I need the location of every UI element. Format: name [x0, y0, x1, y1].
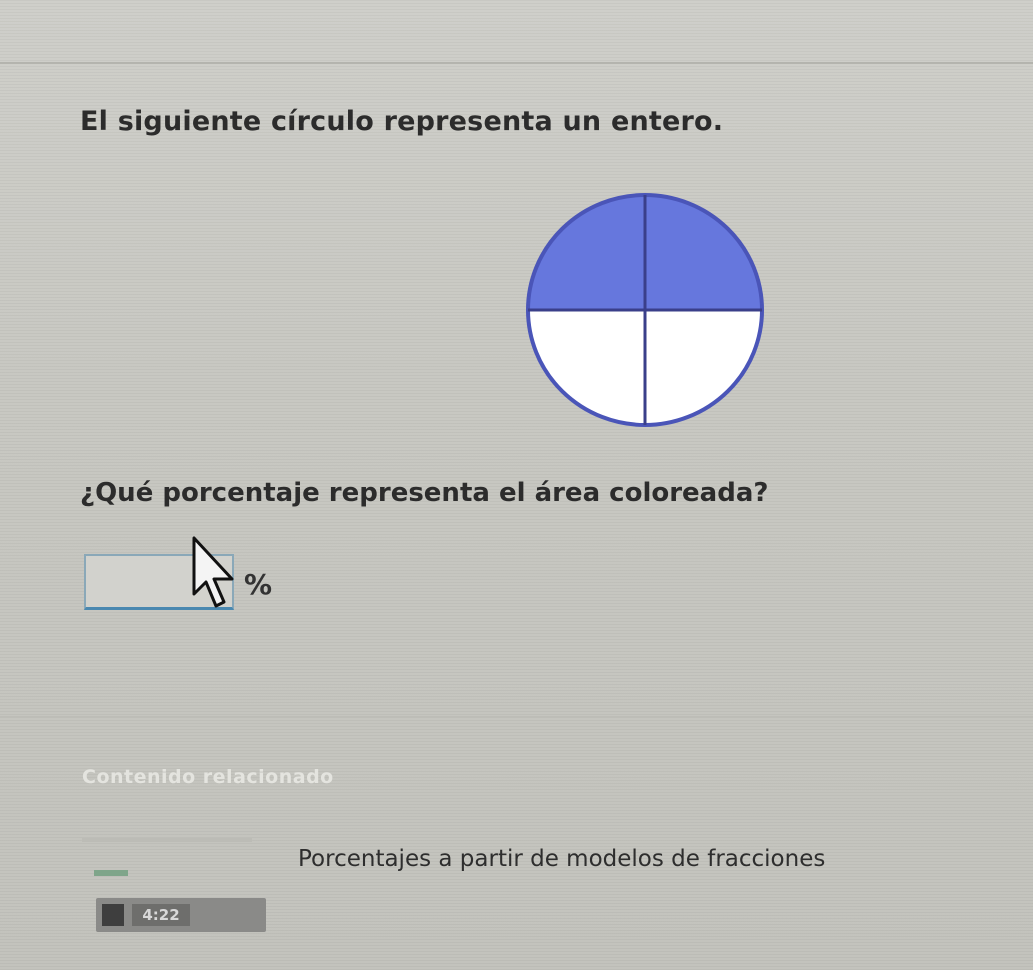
- play-icon: [102, 904, 124, 926]
- section-divider: [0, 716, 1033, 718]
- exercise-question: ¿Qué porcentaje representa el área color…: [80, 478, 769, 508]
- percent-unit: %: [244, 568, 273, 601]
- exercise-page: El siguiente círculo representa un enter…: [0, 0, 1033, 970]
- video-duration: 4:22: [132, 904, 190, 926]
- related-item[interactable]: 4:22 Porcentajes a partir de modelos de …: [82, 828, 962, 938]
- exercise-prompt: El siguiente círculo representa un enter…: [80, 106, 724, 137]
- top-divider: [0, 62, 1033, 64]
- video-icon[interactable]: 4:22: [96, 898, 266, 932]
- fraction-circle-model: [526, 193, 764, 427]
- answer-input[interactable]: [84, 554, 234, 610]
- related-item-link[interactable]: Porcentajes a partir de modelos de fracc…: [298, 846, 825, 872]
- related-content-heading: Contenido relacionado: [82, 766, 334, 788]
- related-item-marker: [94, 870, 128, 876]
- related-item-separator: [82, 838, 252, 842]
